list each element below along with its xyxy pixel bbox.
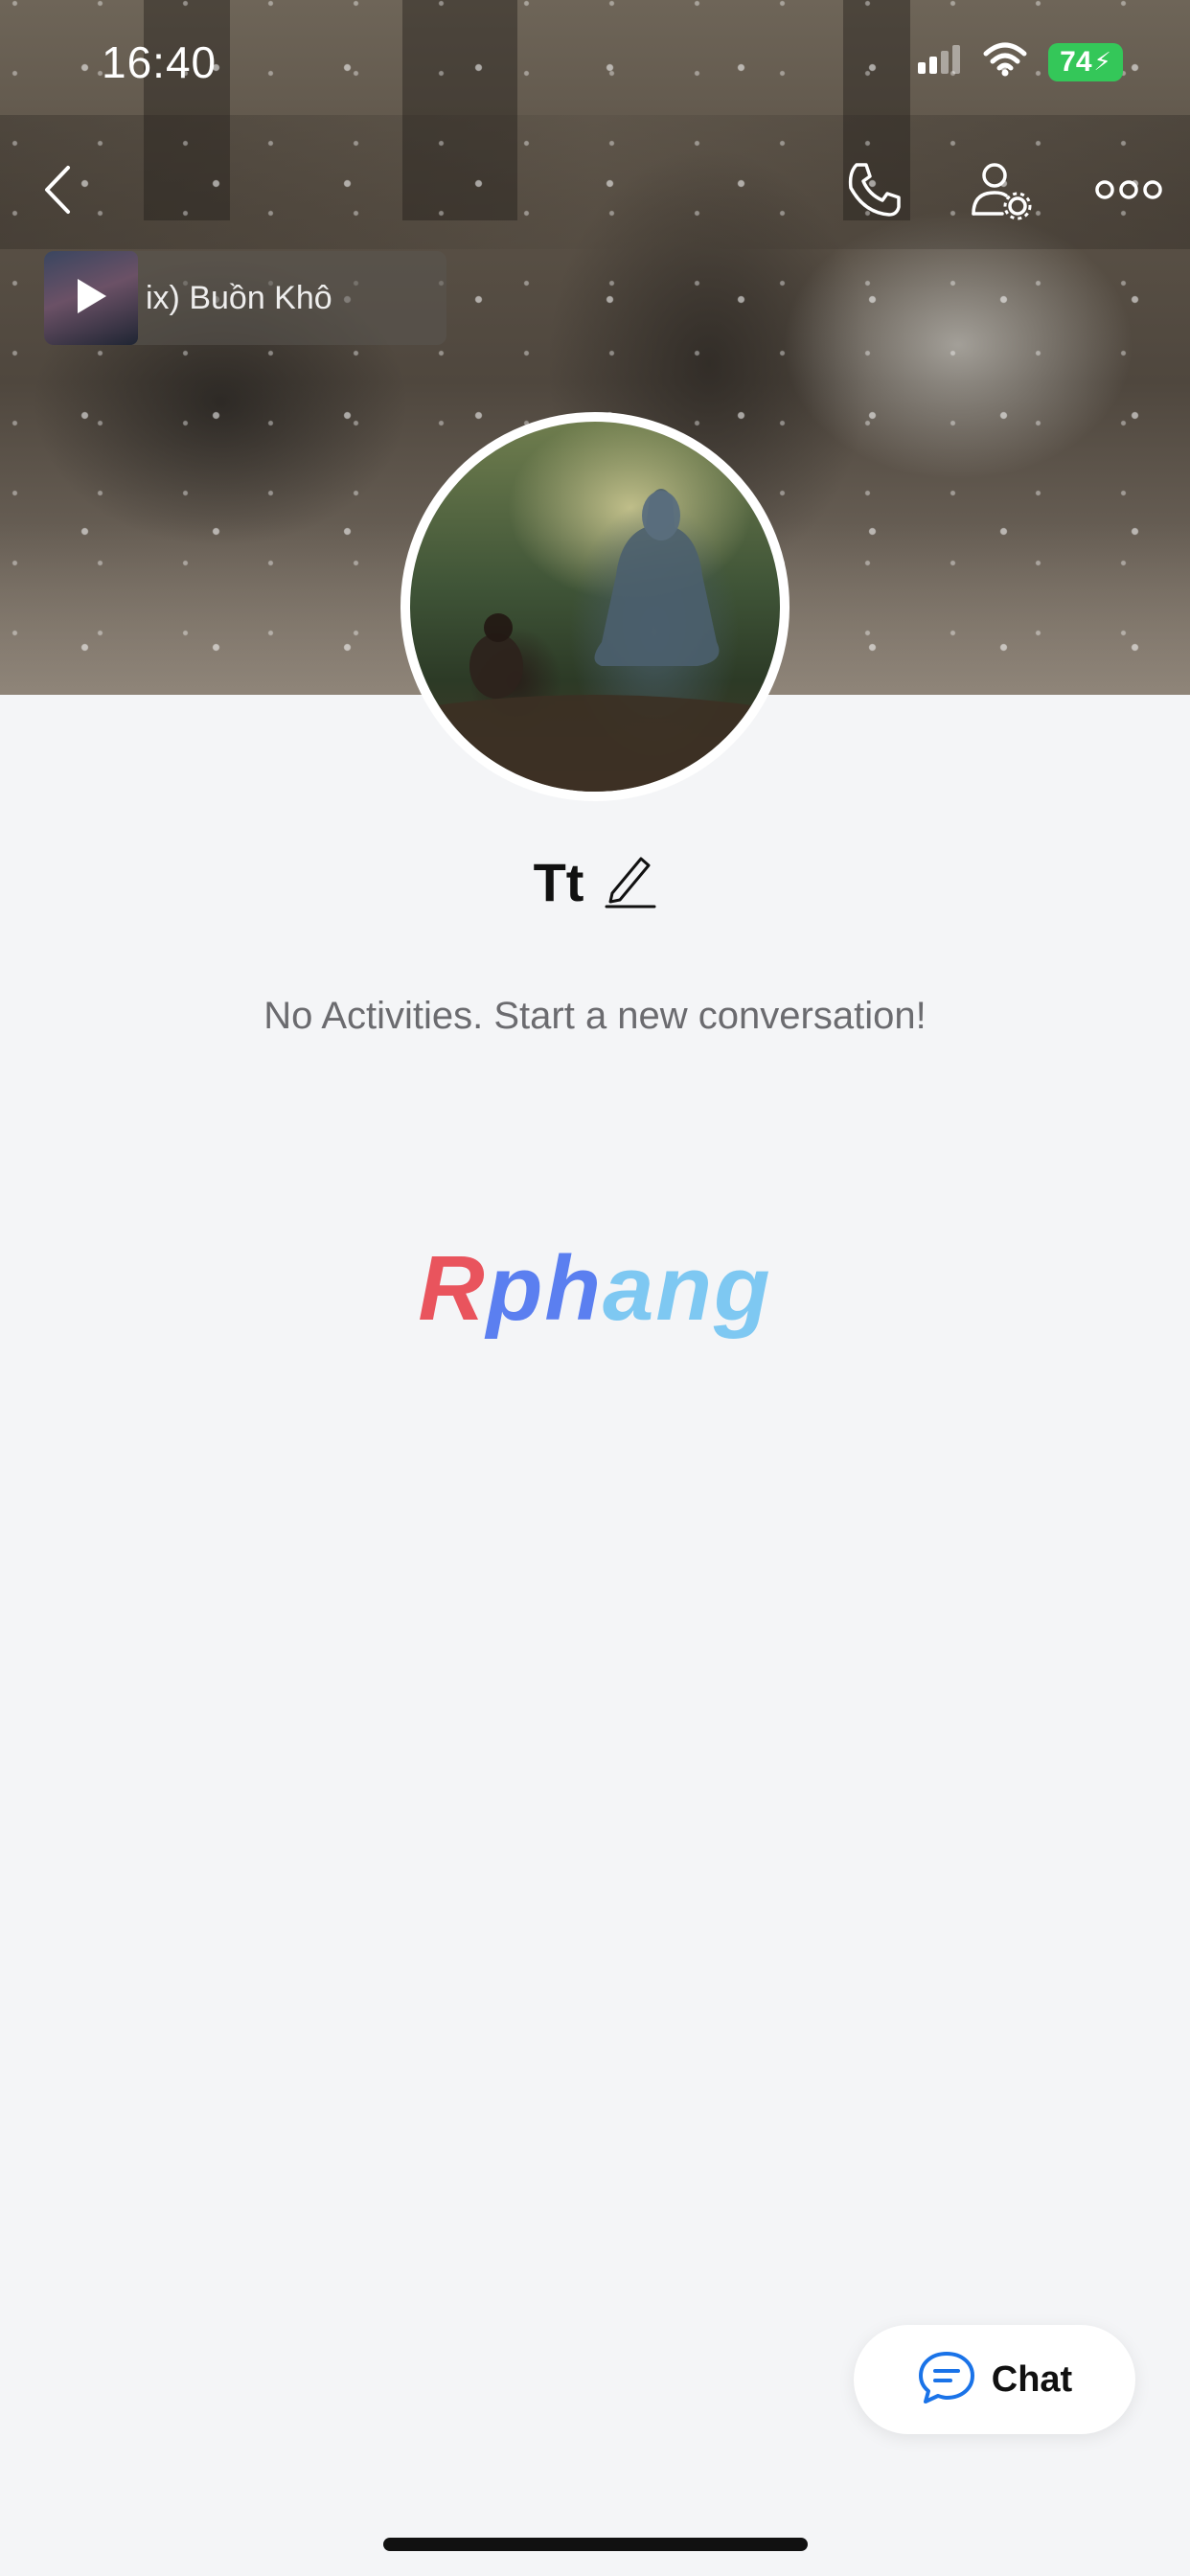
user-settings-icon: [970, 158, 1033, 226]
profile-name-row: Tt: [0, 851, 1190, 913]
chat-button[interactable]: Chat: [854, 2325, 1135, 2434]
chat-button-label: Chat: [991, 2358, 1073, 2400]
home-indicator: [383, 2538, 808, 2551]
more-button[interactable]: [1092, 163, 1165, 220]
watermark-part: ph: [486, 1237, 603, 1340]
phone-icon: [843, 159, 904, 225]
profile-settings-button[interactable]: [963, 153, 1040, 230]
back-button[interactable]: [29, 153, 86, 230]
status-time: 16:40: [102, 37, 217, 87]
empty-state-message: No Activities. Start a new conversation!: [263, 995, 927, 1037]
profile-music-player[interactable]: ix) Buồn Khô: [44, 251, 446, 345]
battery-level: 74: [1060, 45, 1092, 78]
more-horizontal-icon: [1095, 178, 1162, 206]
wifi-icon: [983, 42, 1027, 81]
music-title: ix) Buồn Khô: [146, 280, 332, 316]
profile-avatar[interactable]: [400, 412, 790, 801]
chevron-left-icon: [41, 164, 74, 220]
call-button[interactable]: [835, 153, 912, 230]
battery-charging-icon: 74 ⚡: [1048, 42, 1123, 81]
watermark-part: ang: [602, 1237, 772, 1340]
watermark-part: R: [418, 1237, 487, 1340]
watermark-logo: Rphang: [0, 1236, 1190, 1342]
status-icons: 74 ⚡: [918, 42, 1123, 81]
play-icon: [74, 277, 108, 320]
chat-bubble-icon: [917, 2350, 976, 2410]
music-thumbnail[interactable]: [44, 251, 138, 345]
signal-icon: [918, 45, 962, 79]
profile-name: Tt: [533, 852, 584, 912]
pencil-icon[interactable]: [605, 851, 656, 913]
